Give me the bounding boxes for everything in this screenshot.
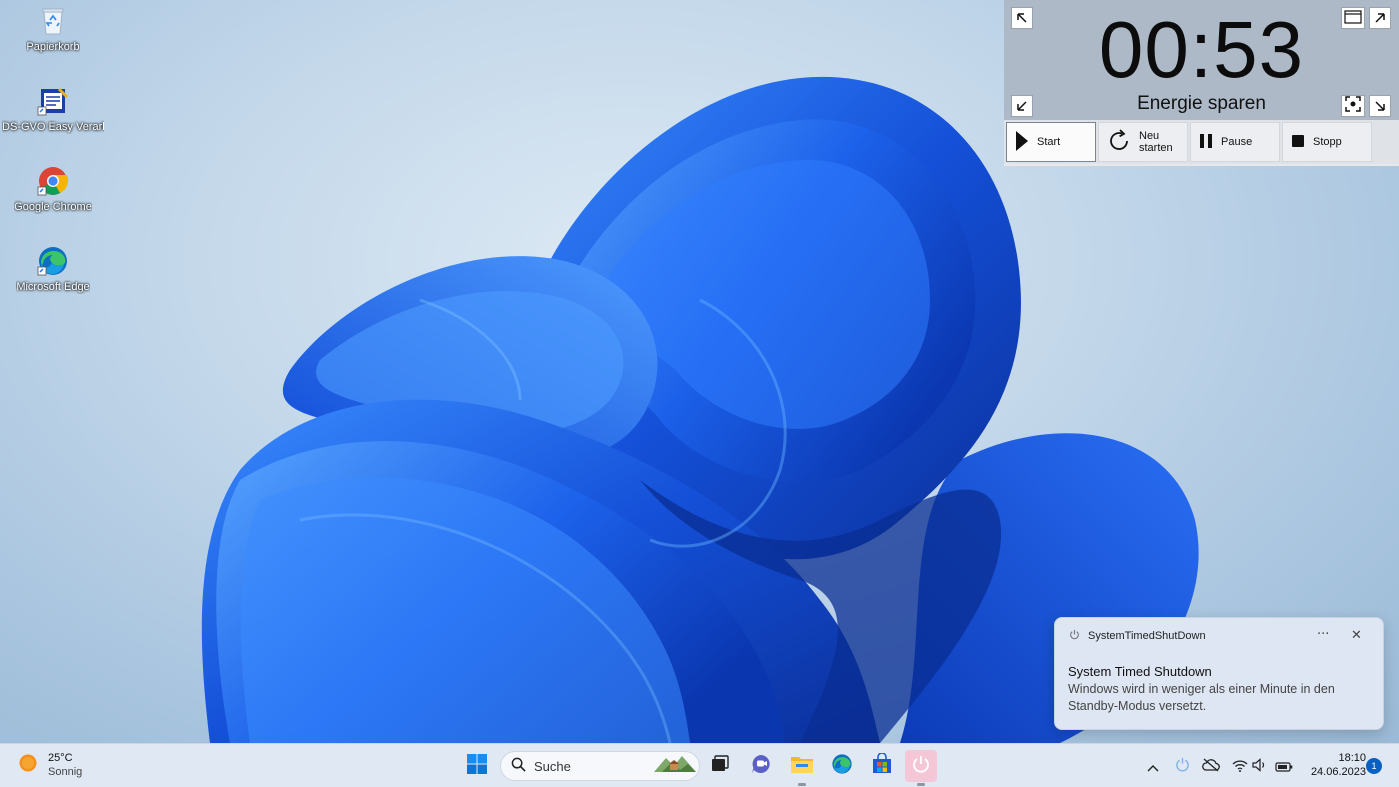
desktop-icon-label: Google Chrome [14, 201, 92, 213]
restart-icon [1107, 128, 1131, 156]
file-explorer-button[interactable] [786, 750, 818, 786]
toast-app-header: SystemTimedShutDown [1069, 629, 1206, 643]
desktop-icon-google-chrome[interactable]: Google Chrome [2, 164, 104, 214]
taskbar: 25°C Sonnig Suche 18:10 24.06.2023 1 [0, 743, 1399, 787]
power-icon [1069, 629, 1080, 643]
task-view-button[interactable] [704, 750, 736, 782]
search-highlight-icon [652, 752, 698, 780]
notification-toast[interactable]: SystemTimedShutDown ··· ✕ System Timed S… [1054, 617, 1384, 730]
start-button[interactable] [461, 750, 493, 782]
edge-taskbar-button[interactable] [826, 750, 858, 782]
toast-close-button[interactable]: ✕ [1351, 628, 1362, 643]
stop-icon [1291, 134, 1305, 151]
tray-onedrive-button[interactable] [1201, 756, 1221, 776]
file-explorer-icon [790, 753, 814, 779]
toast-body: Windows wird in weniger als einer Minute… [1068, 682, 1335, 713]
speaker-icon [1252, 757, 1268, 776]
desktop-icon-label: Microsoft Edge [16, 281, 90, 293]
running-indicator [917, 783, 925, 786]
desktop-icon-label: DS-GVO Easy Verarbeitungsverze... [2, 121, 104, 133]
desktop-icon-microsoft-edge[interactable]: Microsoft Edge [2, 244, 104, 294]
edge-icon [831, 753, 853, 779]
pause-button-label: Pause [1221, 136, 1253, 148]
tray-network-button[interactable] [1230, 756, 1250, 776]
start-button-label: Start [1037, 136, 1061, 148]
edge-icon [36, 244, 70, 278]
cloud-offline-icon [1202, 757, 1220, 776]
recycle-bin-icon [36, 4, 70, 38]
desktop-icon-label: Papierkorb [26, 41, 80, 53]
chevron-up-icon [1147, 757, 1159, 776]
tray-power-button[interactable] [1172, 756, 1192, 776]
task-view-icon [710, 754, 730, 778]
pause-button[interactable]: Pause [1190, 122, 1280, 162]
desktop-icon-dsgvo-easy[interactable]: DS-GVO Easy Verarbeitungsverze... [2, 84, 104, 134]
timer-controls: Start Neu starten Pause Stopp [1004, 120, 1399, 164]
teams-chat-button[interactable] [745, 750, 777, 782]
show-hidden-icons-button[interactable] [1143, 756, 1163, 776]
chrome-icon [36, 164, 70, 198]
store-button[interactable] [866, 750, 898, 782]
stop-button-label: Stopp [1313, 136, 1342, 148]
clock-time: 18:10 [1338, 752, 1366, 764]
timer-mode-label: Energie sparen [1137, 93, 1266, 114]
windows-start-icon [466, 753, 488, 779]
restart-button-label: Neu starten [1139, 130, 1173, 154]
notification-center-badge[interactable]: 1 [1366, 758, 1382, 774]
wifi-icon [1232, 757, 1248, 776]
taskbar-search[interactable] [500, 751, 700, 781]
store-icon [871, 752, 893, 779]
taskbar-clock[interactable]: 18:10 24.06.2023 [1300, 751, 1366, 779]
weather-temperature: 25°C [48, 752, 73, 764]
teams-chat-icon [750, 753, 772, 779]
clock-date: 24.06.2023 [1310, 766, 1366, 778]
shutdown-timer-widget: 00:53 Energie sparen Start Neu starten P… [1004, 0, 1399, 166]
weather-widget[interactable]: 25°C Sonnig [18, 751, 82, 779]
search-input[interactable] [534, 758, 644, 774]
countdown-display: 00:53 [1098, 5, 1305, 94]
sun-icon [18, 753, 38, 777]
toast-app-name: SystemTimedShutDown [1088, 630, 1206, 642]
shutdown-timer-icon [911, 754, 931, 778]
power-icon [1175, 757, 1190, 776]
pause-icon [1199, 133, 1213, 152]
play-icon [1015, 130, 1029, 155]
tray-battery-button[interactable] [1274, 756, 1294, 776]
weather-condition: Sonnig [48, 766, 83, 778]
tray-volume-button[interactable] [1250, 756, 1270, 776]
start-button[interactable]: Start [1006, 122, 1096, 162]
timer-display-panel: 00:53 Energie sparen [1004, 0, 1399, 120]
dsgvo-app-icon [36, 84, 70, 118]
shutdown-timer-taskbar-button[interactable] [905, 750, 937, 786]
toast-more-options-button[interactable]: ··· [1317, 627, 1329, 642]
battery-icon [1275, 757, 1293, 776]
stop-button[interactable]: Stopp [1282, 122, 1372, 162]
desktop-icon-recycle-bin[interactable]: Papierkorb [2, 4, 104, 54]
toast-title: System Timed Shutdown [1068, 664, 1212, 679]
search-icon [511, 757, 526, 776]
running-indicator [798, 783, 806, 786]
restart-button[interactable]: Neu starten [1098, 122, 1188, 162]
